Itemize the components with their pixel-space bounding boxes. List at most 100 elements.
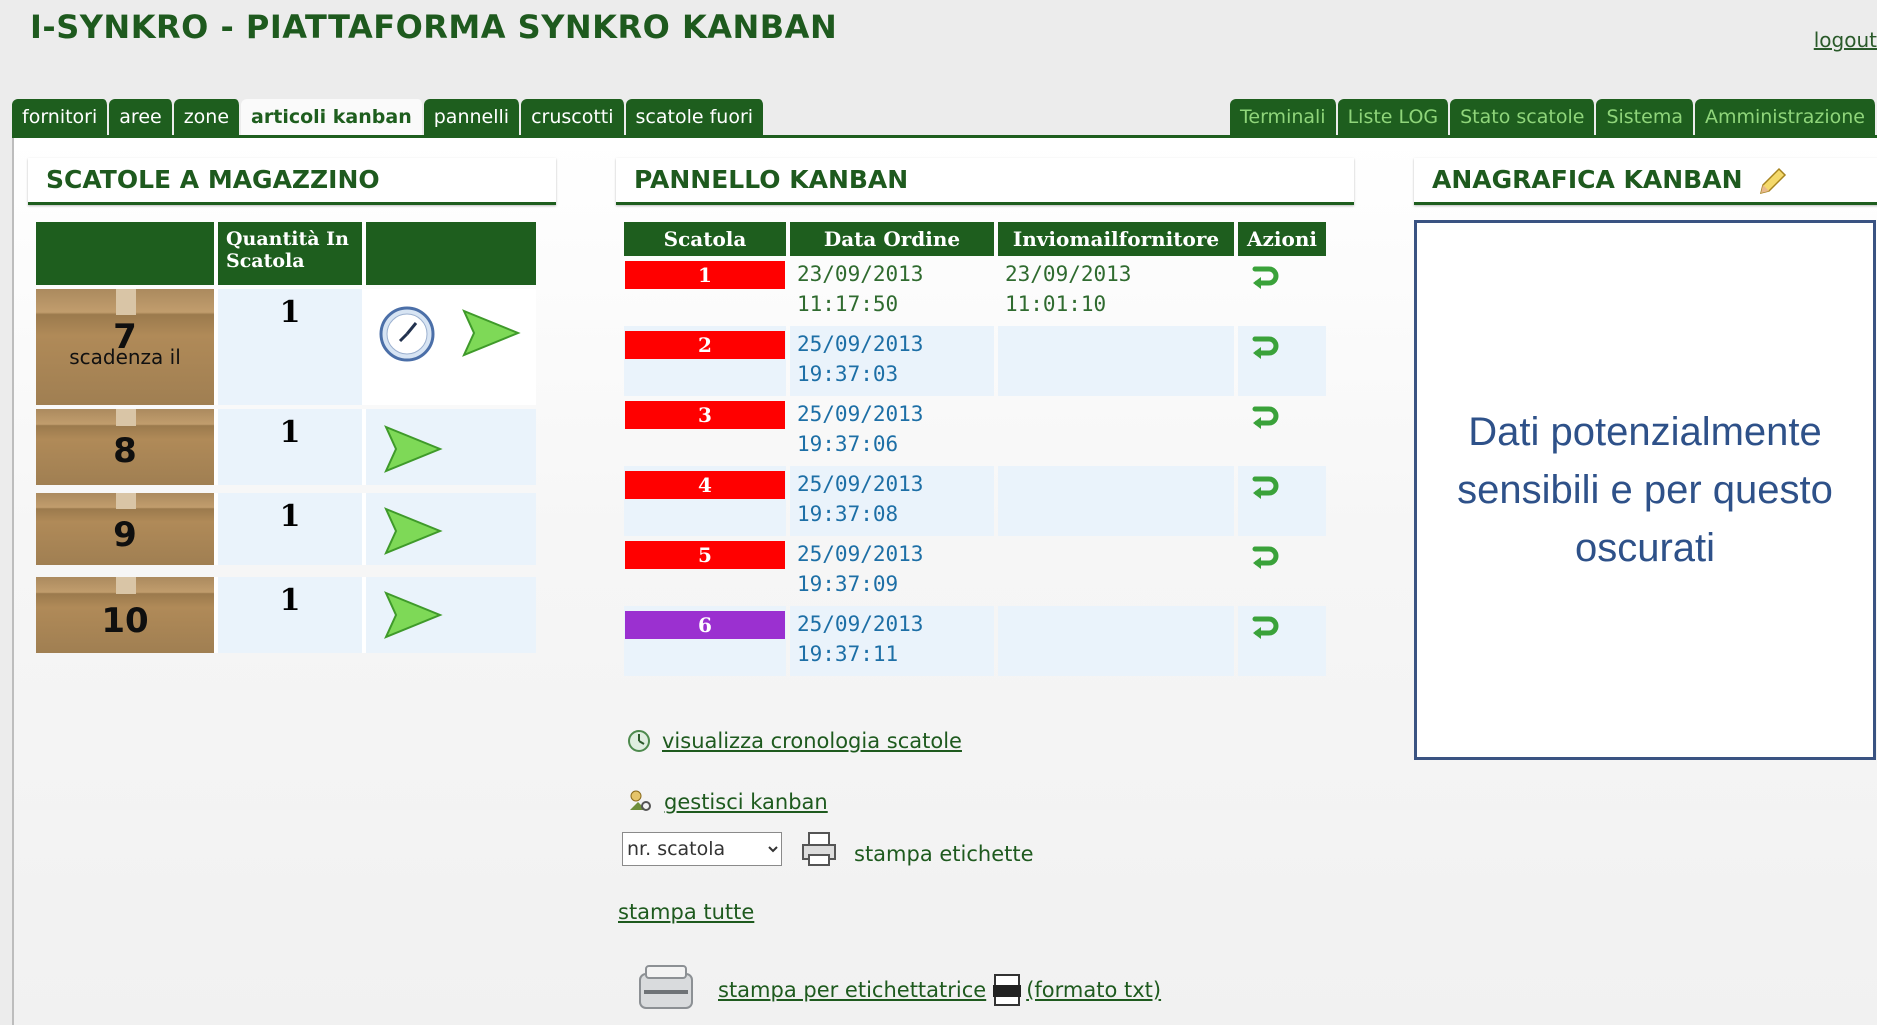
- tab-zone[interactable]: zone: [173, 99, 242, 135]
- kanban-row: 5 25/09/2013 19:37:09: [624, 536, 1326, 606]
- logout-link[interactable]: logout: [1814, 28, 1877, 52]
- data-ordine-date: 25/09/2013: [797, 402, 924, 426]
- magazzino-heading: SCATOLE A MAGAZZINO: [28, 158, 556, 205]
- edit-pencil-icon[interactable]: [1757, 165, 1789, 197]
- scatola-cell: 2: [624, 326, 786, 396]
- history-icon: [628, 730, 650, 752]
- box-icon: 8: [36, 409, 218, 485]
- scatola-cell: 6: [624, 606, 786, 676]
- box-icon: 7 scadenza il: [36, 289, 218, 405]
- inviomail-cell: [998, 466, 1234, 536]
- magazzino-col-box: [36, 222, 218, 285]
- inviomail-cell: [998, 536, 1234, 606]
- kanban-row: 6 25/09/2013 19:37:11: [624, 606, 1326, 676]
- anagrafica-redacted-panel: Dati potenzialmente sensibili e per ques…: [1414, 220, 1876, 760]
- col-azioni: Azioni: [1238, 222, 1326, 256]
- send-arrow-icon[interactable]: [460, 307, 522, 359]
- scatola-badge[interactable]: 4: [625, 471, 785, 499]
- stampa-tutte-link[interactable]: stampa tutte: [618, 900, 754, 924]
- tab-pannelli[interactable]: pannelli: [423, 99, 522, 135]
- admin-tabs: Terminali Liste LOG Stato scatole Sistema Am…: [1230, 99, 1877, 135]
- formato-txt-link[interactable]: (formato txt): [1026, 978, 1161, 1002]
- anagrafica-heading: ANAGRAFICA KANBAN: [1414, 158, 1877, 205]
- kanban-row: 4 25/09/2013 19:37:08: [624, 466, 1326, 536]
- data-ordine-date: 25/09/2013: [797, 542, 924, 566]
- send-arrow-icon[interactable]: [382, 505, 444, 557]
- scatola-cell: 3: [624, 396, 786, 466]
- kanban-row: 3 25/09/2013 19:37:06: [624, 396, 1326, 466]
- box-number: 9: [113, 515, 137, 555]
- col-inviomail: Inviomailfornitore: [998, 222, 1234, 256]
- inviomail-cell: [998, 606, 1234, 676]
- data-ordine-time: 19:37:09: [797, 572, 899, 596]
- data-ordine-cell: 25/09/2013 19:37:09: [790, 536, 994, 606]
- scatola-cell: 4: [624, 466, 786, 536]
- azioni-cell: [1238, 536, 1326, 606]
- tab-terminali[interactable]: Terminali: [1230, 99, 1338, 135]
- magazzino-row: 7 scadenza il 1: [36, 289, 536, 405]
- scatola-badge[interactable]: 2: [625, 331, 785, 359]
- azioni-cell: [1238, 396, 1326, 466]
- tab-amministrazione[interactable]: Amministrazione: [1694, 99, 1877, 135]
- magazzino-table-header: Quantità In Scatola: [36, 222, 536, 285]
- box-icon: 9: [36, 493, 218, 565]
- data-ordine-time: 19:37:06: [797, 432, 899, 456]
- magazzino-col-quantita: Quantità In Scatola: [218, 222, 366, 285]
- data-ordine-time: 11:17:50: [797, 292, 899, 316]
- data-ordine-cell: 25/09/2013 19:37:11: [790, 606, 994, 676]
- scatola-cell: 1: [624, 256, 786, 326]
- data-ordine-cell: 25/09/2013 19:37:06: [790, 396, 994, 466]
- manage-icon: [630, 790, 651, 811]
- tab-fornitori[interactable]: fornitori: [12, 99, 110, 135]
- inviomail-time: 11:01:10: [1005, 292, 1107, 316]
- tab-scatole-fuori[interactable]: scatole fuori: [625, 99, 766, 135]
- box-icon: 10: [36, 577, 218, 653]
- inviomail-cell: 23/09/2013 11:01:10: [998, 256, 1234, 326]
- scatola-badge[interactable]: 3: [625, 401, 785, 429]
- cronologia-row: visualizza cronologia scatole: [626, 728, 962, 754]
- col-data-ordine: Data Ordine: [790, 222, 994, 256]
- send-arrow-icon[interactable]: [382, 589, 444, 641]
- kanban-table: Scatola Data Ordine Inviomailfornitore A…: [620, 222, 1330, 676]
- box-quantity: 1: [218, 409, 366, 485]
- inviomail-cell: [998, 326, 1234, 396]
- stampa-tutte-row: stampa tutte: [618, 900, 754, 924]
- scatola-badge[interactable]: 6: [625, 611, 785, 639]
- etichettatrice-link[interactable]: stampa per etichettatrice: [718, 978, 986, 1002]
- data-ordine-time: 19:37:03: [797, 362, 899, 386]
- return-arrow-icon[interactable]: [1249, 403, 1281, 429]
- tab-articoli-kanban[interactable]: articoli kanban: [241, 99, 424, 135]
- nr-scatola-select[interactable]: nr. scatola: [622, 832, 782, 866]
- azioni-cell: [1238, 326, 1326, 396]
- return-arrow-icon[interactable]: [1249, 473, 1281, 499]
- etichettatrice-row: stampa per etichettatrice (formato txt): [634, 964, 1161, 1016]
- clock-icon[interactable]: [378, 305, 436, 363]
- gestisci-link[interactable]: gestisci kanban: [664, 790, 828, 814]
- primary-tabs: fornitori aree zone articoli kanban pannelli…: [12, 99, 766, 135]
- azioni-cell: [1238, 606, 1326, 676]
- tab-stato-scatole[interactable]: Stato scatole: [1450, 99, 1597, 135]
- kanban-row: 2 25/09/2013 19:37:03: [624, 326, 1326, 396]
- cronologia-link[interactable]: visualizza cronologia scatole: [662, 729, 962, 753]
- box-number: 10: [101, 601, 149, 641]
- return-arrow-icon[interactable]: [1249, 543, 1281, 569]
- send-arrow-icon[interactable]: [382, 423, 444, 475]
- return-arrow-icon[interactable]: [1249, 263, 1281, 289]
- scatola-cell: 5: [624, 536, 786, 606]
- box-quantity: 1: [218, 493, 366, 565]
- inviomail-date: 23/09/2013: [1005, 262, 1132, 286]
- box-quantity: 1: [218, 577, 366, 653]
- main-content: SCATOLE A MAGAZZINO Quantità In Scatola …: [12, 138, 1877, 1025]
- tab-cruscotti[interactable]: cruscotti: [521, 99, 626, 135]
- inviomail-cell: [998, 396, 1234, 466]
- label-printer-icon: [639, 965, 693, 1009]
- tab-aree[interactable]: aree: [109, 99, 174, 135]
- scatola-badge[interactable]: 1: [625, 261, 785, 289]
- tab-sistema[interactable]: Sistema: [1596, 99, 1695, 135]
- scatola-badge[interactable]: 5: [625, 541, 785, 569]
- printer-icon[interactable]: [800, 830, 838, 868]
- return-arrow-icon[interactable]: [1249, 613, 1281, 639]
- magazzino-row: 8 1: [36, 409, 536, 485]
- tab-liste-log[interactable]: Liste LOG: [1337, 99, 1451, 135]
- return-arrow-icon[interactable]: [1249, 333, 1281, 359]
